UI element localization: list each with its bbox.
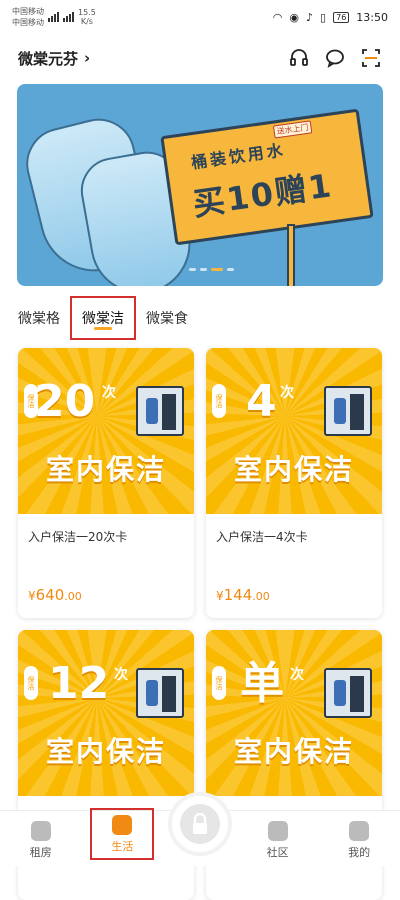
eye-icon: ◉ <box>289 10 300 24</box>
signal-icon-2 <box>63 12 74 22</box>
product-seal: 保洁 <box>212 666 226 700</box>
house-icon <box>30 821 51 841</box>
category-tabs: 微棠格 微棠洁 微棠食 <box>0 296 400 340</box>
product-count: 单 <box>240 658 284 709</box>
cleaning-illustration <box>136 386 184 436</box>
headset-icon: ◠ <box>272 10 283 24</box>
product-count-unit: 次 <box>290 667 304 683</box>
chevron-right-icon: › <box>84 49 91 67</box>
promo-banner[interactable]: 送水上门 桶装饮用水 买10赠1 <box>17 84 383 286</box>
status-bar: 中国移动 中国移动 15.5 K/s ◠ ◉ ♪ ▯ 76 13:50 <box>0 0 400 34</box>
product-image: 保洁 20 次 室内保洁 <box>18 348 194 514</box>
tab-community[interactable]: 社区 <box>246 821 310 860</box>
promo-sign: 送水上门 桶装饮用水 买10赠1 <box>160 108 374 246</box>
tab-label: 微棠格 <box>18 311 60 327</box>
tab-weitang-ge[interactable]: 微棠格 <box>18 298 70 338</box>
product-name: 入户保洁一4次卡 <box>216 530 308 544</box>
message-icon[interactable] <box>324 47 346 69</box>
product-count: 4 <box>246 376 277 427</box>
lock-icon <box>180 804 220 844</box>
cleaning-illustration <box>324 668 372 718</box>
product-count-unit: 次 <box>114 667 128 683</box>
app-header: 微棠元芬 › <box>0 40 400 76</box>
tab-underline <box>94 327 112 330</box>
battery-icon: 76 <box>333 11 350 23</box>
mute-icon: ♪ <box>306 10 314 24</box>
cleaning-illustration <box>136 668 184 718</box>
community-icon <box>267 821 288 841</box>
product-banner-title: 室内保洁 <box>45 453 166 486</box>
sign-stick <box>287 224 295 286</box>
tab-rent[interactable]: 租房 <box>9 821 73 860</box>
signal-icon <box>48 12 59 22</box>
tab-label: 社区 <box>266 846 289 859</box>
product-price: ¥640.00 <box>28 586 82 604</box>
product-banner-title: 室内保洁 <box>45 735 166 768</box>
tab-label: 我的 <box>348 846 371 859</box>
product-name: 入户保洁一20次卡 <box>28 530 128 544</box>
page-title: 微棠元芬 <box>18 49 79 68</box>
customer-service-icon[interactable] <box>288 47 310 69</box>
profile-icon <box>349 821 370 841</box>
product-count: 12 <box>48 658 110 709</box>
carrier-1: 中国移动 <box>12 7 44 16</box>
product-price: ¥144.00 <box>216 586 270 604</box>
tab-label: 微棠洁 <box>82 311 124 327</box>
product-seal: 保洁 <box>24 666 38 700</box>
scan-icon[interactable] <box>360 47 382 69</box>
product-count: 20 <box>34 376 96 427</box>
community-selector[interactable]: 微棠元芬 › <box>18 48 90 69</box>
tab-mine[interactable]: 我的 <box>327 821 391 860</box>
tab-weitang-shi[interactable]: 微棠食 <box>136 298 198 338</box>
door-lock-button[interactable] <box>172 796 228 852</box>
product-count-unit: 次 <box>280 385 294 401</box>
product-card[interactable]: 保洁 4 次 室内保洁 入户保洁一4次卡 ¥144.00 <box>206 348 382 618</box>
tab-label: 微棠食 <box>146 311 188 327</box>
product-banner-title: 室内保洁 <box>233 453 354 486</box>
net-speed: 15.5 <box>78 8 96 17</box>
bag-icon <box>112 814 133 835</box>
product-image: 保洁 单 次 室内保洁 <box>206 630 382 796</box>
cleaning-illustration <box>324 386 372 436</box>
promo-tag: 送水上门 <box>272 120 313 139</box>
carousel-indicator <box>189 268 234 271</box>
tab-label: 生活 <box>111 839 134 853</box>
product-count-unit: 次 <box>102 385 116 401</box>
tab-label: 租房 <box>29 846 52 859</box>
vibrate-icon: ▯ <box>320 10 327 24</box>
product-banner-title: 室内保洁 <box>233 735 354 768</box>
product-image: 保洁 12 次 室内保洁 <box>18 630 194 796</box>
product-seal: 保洁 <box>212 384 226 418</box>
product-card[interactable]: 保洁 20 次 室内保洁 入户保洁一20次卡 ¥640.00 <box>18 348 194 618</box>
clock: 13:50 <box>356 10 388 24</box>
carrier-2: 中国移动 <box>12 18 44 27</box>
net-unit: K/s <box>80 17 93 26</box>
tab-life[interactable]: 生活 <box>90 808 155 860</box>
tab-weitang-jie[interactable]: 微棠洁 <box>70 296 136 340</box>
product-image: 保洁 4 次 室内保洁 <box>206 348 382 514</box>
